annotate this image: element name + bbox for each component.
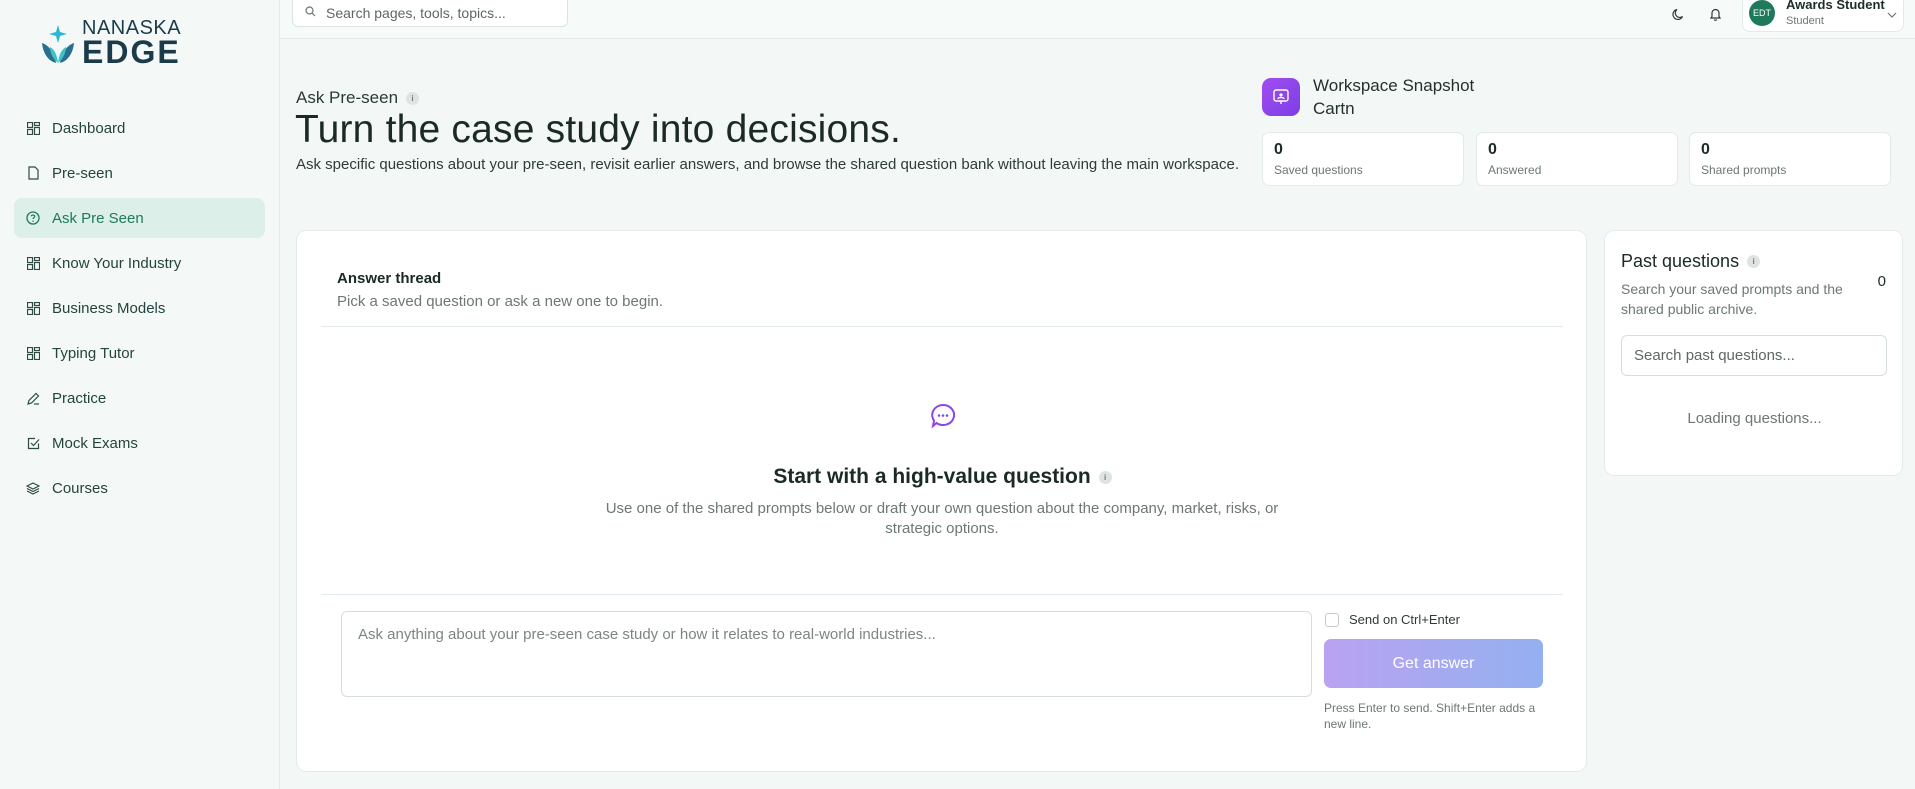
- divider: [321, 326, 1563, 327]
- sidebar-item-label: Typing Tutor: [52, 344, 135, 362]
- notification-bell-icon[interactable]: [1705, 4, 1725, 24]
- empty-state-title-text: Start with a high-value question: [773, 465, 1091, 488]
- stat-saved-questions: 0 Saved questions: [1262, 132, 1464, 186]
- send-toggle-label: Send on Ctrl+Enter: [1349, 612, 1460, 627]
- divider: [321, 594, 1563, 595]
- stat-shared-prompts: 0 Shared prompts: [1689, 132, 1891, 186]
- stat-label: Shared prompts: [1701, 163, 1787, 177]
- past-questions-panel: Past questions i 0 Search your saved pro…: [1604, 230, 1903, 476]
- grid-icon: [26, 346, 40, 360]
- thread-subtitle: Pick a saved question or ask a new one t…: [337, 293, 664, 310]
- send-on-ctrl-enter-toggle[interactable]: Send on Ctrl+Enter: [1325, 612, 1460, 627]
- theme-toggle-icon[interactable]: [1668, 4, 1688, 24]
- sidebar-item-label: Business Models: [52, 299, 166, 317]
- info-icon[interactable]: i: [1747, 255, 1761, 268]
- loading-indicator: Loading questions...: [1687, 410, 1822, 427]
- page-eyebrow: Ask Pre-seen i: [296, 88, 420, 108]
- sidebar-item-label: Courses: [52, 479, 108, 497]
- global-search[interactable]: [292, 0, 568, 27]
- help-circle-icon: [26, 211, 40, 225]
- answer-thread-panel: Answer thread Pick a saved question or a…: [296, 230, 1587, 772]
- user-role: Student: [1786, 15, 1824, 28]
- document-icon: [26, 166, 40, 180]
- sidebar-item-pre-seen[interactable]: Pre-seen: [14, 153, 265, 193]
- sidebar-item-mock-exams[interactable]: Mock Exams: [14, 423, 265, 463]
- user-menu[interactable]: EDT Awards Student Student: [1742, 0, 1904, 32]
- past-questions-title-text: Past questions: [1621, 251, 1740, 271]
- top-bar: EDT Awards Student Student: [280, 0, 1915, 39]
- get-answer-button[interactable]: Get answer: [1324, 639, 1543, 688]
- sidebar-item-label: Ask Pre Seen: [52, 209, 144, 227]
- chat-bubble-icon: [929, 402, 957, 435]
- past-questions-subtitle: Search your saved prompts and the shared…: [1621, 281, 1843, 317]
- sidebar-item-courses[interactable]: Courses: [14, 468, 265, 508]
- presentation-icon: [1262, 78, 1300, 116]
- chevron-down-icon: [1887, 5, 1897, 23]
- sidebar-item-label: Mock Exams: [52, 434, 138, 452]
- stat-answered: 0 Answered: [1476, 132, 1678, 186]
- stat-value: 0: [1274, 141, 1283, 158]
- page-eyebrow-label: Ask Pre-seen: [296, 88, 399, 107]
- pencil-icon: [26, 391, 40, 405]
- sidebar-nav: Dashboard Pre-seen Ask Pre Seen Know You…: [14, 108, 265, 513]
- page-subtitle: Ask specific questions about your pre-se…: [296, 156, 1240, 173]
- sidebar-item-business-models[interactable]: Business Models: [14, 288, 265, 328]
- sidebar-item-label: Practice: [52, 389, 107, 407]
- empty-state-title: Start with a high-value question i: [297, 465, 1588, 489]
- sidebar-item-typing-tutor[interactable]: Typing Tutor: [14, 333, 265, 373]
- thread-title: Answer thread: [337, 270, 442, 287]
- grid-icon: [26, 256, 40, 270]
- sidebar: NANASKA EDGE Dashboard Pre-seen Ask Pre …: [0, 0, 280, 789]
- layers-icon: [26, 481, 40, 495]
- past-questions-search-input[interactable]: [1621, 335, 1887, 376]
- logo-mark-icon: [42, 25, 74, 63]
- brand-bottom: EDGE: [82, 34, 181, 70]
- send-hint: Press Enter to send. Shift+Enter adds a …: [1324, 701, 1536, 731]
- page-title: Turn the case study into decisions.: [295, 108, 902, 151]
- sidebar-item-label: Dashboard: [52, 119, 126, 137]
- sidebar-item-dashboard[interactable]: Dashboard: [14, 108, 265, 148]
- dashboard-icon: [26, 121, 40, 135]
- sidebar-item-practice[interactable]: Practice: [14, 378, 265, 418]
- question-input[interactable]: [341, 611, 1312, 697]
- avatar: EDT: [1749, 0, 1775, 26]
- search-input[interactable]: [326, 5, 556, 21]
- stat-value: 0: [1701, 141, 1710, 158]
- past-questions-title: Past questions i: [1621, 251, 1761, 272]
- sidebar-item-know-your-industry[interactable]: Know Your Industry: [14, 243, 265, 283]
- info-icon[interactable]: i: [406, 91, 420, 105]
- user-name: Awards Student: [1786, 0, 1885, 12]
- stat-label: Saved questions: [1274, 163, 1363, 177]
- sidebar-item-label: Pre-seen: [52, 164, 113, 182]
- search-icon: [305, 4, 316, 22]
- grid-icon: [26, 301, 40, 315]
- snapshot-title: Workspace Snapshot: [1313, 76, 1475, 95]
- stat-value: 0: [1488, 141, 1497, 158]
- snapshot-subtitle: Cartn: [1313, 99, 1355, 118]
- brand-logo[interactable]: NANASKA EDGE: [38, 18, 181, 68]
- checkbox-icon: [26, 436, 40, 450]
- checkbox[interactable]: [1325, 612, 1339, 627]
- stat-label: Answered: [1488, 163, 1542, 177]
- sidebar-item-ask-pre-seen[interactable]: Ask Pre Seen: [14, 198, 265, 238]
- info-icon[interactable]: i: [1098, 470, 1112, 484]
- empty-state-subtitle: Use one of the shared prompts below or d…: [605, 500, 1279, 537]
- past-questions-count: 0: [1877, 273, 1886, 290]
- sidebar-item-label: Know Your Industry: [52, 254, 182, 272]
